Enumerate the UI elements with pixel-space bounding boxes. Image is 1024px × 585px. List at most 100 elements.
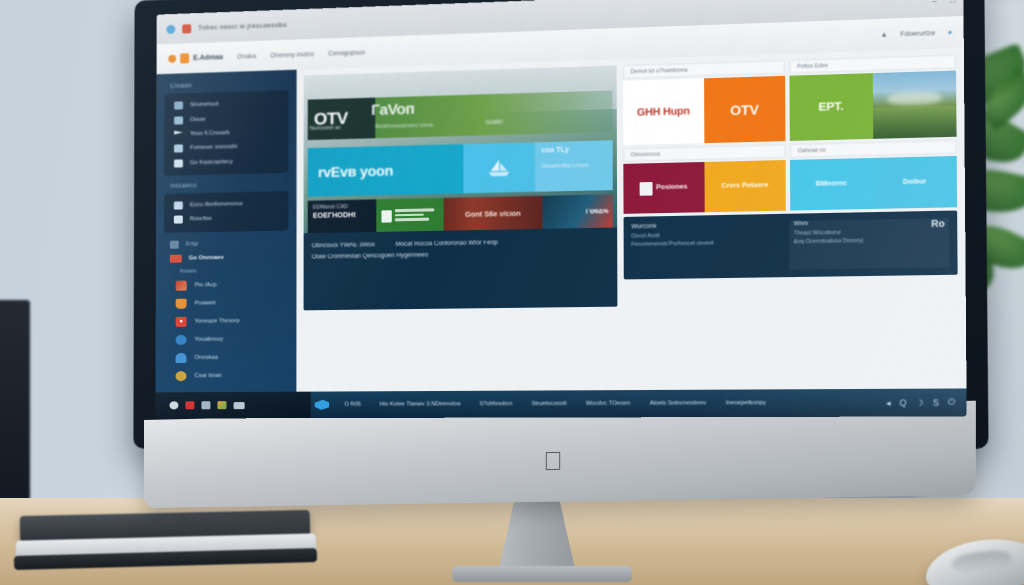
shield-icon: [182, 23, 192, 34]
search-icon[interactable]: Q: [900, 398, 907, 408]
sidebar-app-1[interactable]: Poaweir: [156, 294, 297, 314]
nav-link-2[interactable]: Onereny inutns: [270, 50, 314, 59]
brand-logo[interactable]: E.Admaa: [168, 52, 223, 64]
channel-panel-footer: Wurconk Ooost Aosti Fencmenensts’Porforo…: [623, 210, 958, 280]
monitor-screen: Tnhec nexcr w jrescaesubu – □ ✕ E.Admaa …: [155, 0, 967, 419]
taskbar-item-3[interactable]: Struetocoooti: [522, 401, 576, 407]
hero-band-2[interactable]: rvЕvв yoon coa TLy Obuw/ncitka Lrooes: [307, 140, 613, 197]
sidebar: Cloaan Snunonuut Oouw Yeso fi.Cnoaeb Fom…: [155, 69, 297, 393]
badge-icon: [173, 215, 183, 225]
document-icon: [173, 159, 183, 168]
help-circle-icon[interactable]: ●: [948, 29, 953, 37]
desk-scene:  Tnhec nexcr w jrescaesubu – □ ✕: [0, 0, 1024, 585]
sidebar-app-4[interactable]: Onoskaa: [156, 348, 297, 367]
hero-column: OTV ГaVoп Nuncoeet av Beatheeaopnoeu roe…: [303, 65, 618, 391]
dollar-icon[interactable]: [169, 401, 179, 410]
user-icon: [175, 371, 187, 382]
toolbar-right-group: ▲ Fdoerurtze ●: [880, 25, 967, 41]
group2-label-left[interactable]: Oenoennoa: [623, 144, 786, 162]
sidebar-item-4[interactable]: Go frasicnprtecy: [164, 153, 288, 171]
sidebar-item-label: Go frasicnprtecy: [189, 158, 233, 166]
channel-tile-0[interactable]: GΗH Ηupn: [623, 78, 704, 146]
channel-tile-1[interactable]: OTV: [703, 75, 786, 144]
start-flag-icon[interactable]: [315, 400, 329, 410]
sidebar-app-0[interactable]: Pio /Acp: [156, 275, 297, 295]
image-icon[interactable]: [217, 401, 227, 410]
hero-band3-d: ΓΘ9Δ%: [542, 194, 613, 231]
volume-icon[interactable]: ◂: [886, 398, 891, 408]
skype-icon[interactable]: S: [933, 398, 939, 408]
sidebar-item-label: Eocu tfonfomenonur: [189, 201, 243, 209]
channel-tile-3-landscape-photo[interactable]: [872, 70, 957, 139]
group2-label-right[interactable]: Oaheae ns: [789, 139, 957, 158]
flag-icon: [174, 130, 183, 138]
channel-tile-2[interactable]: ΕPΤ.: [789, 73, 873, 141]
channel-tile-label: Crvrs Potasre: [721, 181, 769, 190]
window-icon[interactable]: [233, 401, 245, 409]
power-icon[interactable]: ⏻: [948, 397, 955, 408]
nav-link-1[interactable]: Onaka: [237, 52, 256, 60]
tv-icon: [169, 254, 182, 263]
chart-icon: [174, 101, 184, 110]
hero-banner[interactable]: OTV ГaVoп Nuncoeet av Beatheeaopnoeu roe…: [303, 65, 618, 311]
minimize-button[interactable]: –: [931, 0, 939, 5]
app-body: Cloaan Snunonuut Oouw Yeso fi.Cnoaeb Fom…: [155, 47, 967, 393]
hero-band3-c-text: Gont S6e v/cion: [465, 210, 521, 219]
hero-title-secondary: ГaVoп: [371, 100, 415, 120]
footer-left-line-1: Ooost Aosti: [631, 232, 660, 240]
sidebar-secondary-panel: Eocu tfonfomenonur Roocfoo: [163, 190, 289, 233]
hero-footer-line-2: Mocat Rocoa Conforonao Wfor Feop: [395, 239, 498, 248]
sidebar-item-6[interactable]: Roocfoo: [164, 211, 288, 228]
hero-band2-right-title: coa TLy: [541, 146, 570, 155]
back-arrow-icon[interactable]: ▲: [880, 31, 888, 39]
channel-tile-7[interactable]: Doibur: [872, 155, 958, 209]
maximize-button[interactable]: □: [949, 0, 957, 4]
apple-logo-icon: : [542, 446, 564, 476]
sidebar-misc-label: Ertgr: [185, 241, 199, 248]
taskbar-item-0[interactable]: O R05: [335, 402, 370, 408]
sidebar-app-5[interactable]: Csar boan: [156, 367, 297, 386]
card-icon[interactable]: [185, 401, 195, 410]
footer-column-right: Ro Wivv Thnact Wocoborur &nq Ocenotoatos…: [789, 218, 950, 270]
channel-tile-4[interactable]: Posiones: [623, 161, 705, 214]
hero-band3-lines: [394, 208, 444, 223]
taskbar-item-6[interactable]: Ineoepetkonpy: [716, 400, 776, 407]
taskbar-item-4[interactable]: Wocdvc TOeoen: [576, 401, 640, 408]
sidebar-item-label: Oouw: [190, 116, 206, 123]
sidebar-item-label: Yeso fi.Cnoaeb: [189, 130, 230, 138]
hero-band2-right-sub: Obuw/ncitka Lrooes: [541, 162, 589, 170]
imac-computer:  Tnhec nexcr w jrescaesubu – □ ✕: [133, 0, 989, 582]
hero-band3-a-bottom: ΕOΕΓHΟDHt: [312, 211, 356, 220]
favorites-link[interactable]: Fdoerurtze: [900, 29, 935, 38]
channel-tile-6[interactable]: ΒΜnornc: [789, 157, 874, 211]
channel-tile-row-2: Posiones Crvrs Potasre ΒΜnornc Doibur: [623, 155, 958, 214]
app-card-icon: [175, 280, 187, 292]
moon-icon[interactable]: ☽: [916, 398, 924, 408]
sidebar-app-label: Yoneaze Throorp: [194, 318, 240, 325]
footer-left-heading: Wurconk: [631, 223, 657, 231]
browser-tab-title[interactable]: Tnhec nexcr w jrescaesubu: [198, 21, 287, 31]
hero-subtitle-1: Nuncoeet av: [309, 124, 341, 132]
hero-band2-text: rvЕvв yoon: [317, 162, 394, 181]
channel-tile-5[interactable]: Crvrs Potasre: [703, 160, 786, 213]
globe-icon: [166, 24, 176, 34]
hero-band3-a-top: EDManst CAD: [312, 203, 348, 211]
hero-footer-line-1: Obncouoi YWAE 3Wox: [311, 242, 375, 250]
sidebar-app-3[interactable]: Youaknozy: [156, 330, 297, 349]
channel-tile-label: OTV: [730, 101, 759, 118]
channel-tile-label: ΒΜnornc: [815, 179, 848, 188]
taskbar-item-1[interactable]: Hio Kvtee Tlanwv 3.NDeenvtoa: [370, 401, 470, 408]
hero-band3-d-text: ΓΘ9Δ%: [585, 208, 609, 216]
taskbar-item-2[interactable]: S?ohhnobcn: [470, 401, 522, 407]
list-icon: [174, 115, 184, 125]
footer-right-line-1: Thnact Wocoborur: [793, 229, 841, 237]
tag-icon: [169, 240, 179, 249]
taskbar-item-5[interactable]: Aloels Sotncnesiteev: [640, 400, 716, 407]
nav-link-3[interactable]: Cenogopsus: [328, 49, 365, 57]
sidebar-app-2[interactable]: ● Yoneaze Throorp: [156, 312, 297, 332]
hero-band3-c: Gont S6e v/cion: [443, 195, 543, 233]
sidebar-app-label: Youaknozy: [194, 336, 224, 344]
battery-icon[interactable]: [201, 401, 211, 410]
sidebar-primary-panel: Snunonuut Oouw Yeso fi.Cnoaeb Fomeser sn…: [164, 90, 289, 176]
sidebar-sub-label: Insaeu: [179, 268, 197, 276]
